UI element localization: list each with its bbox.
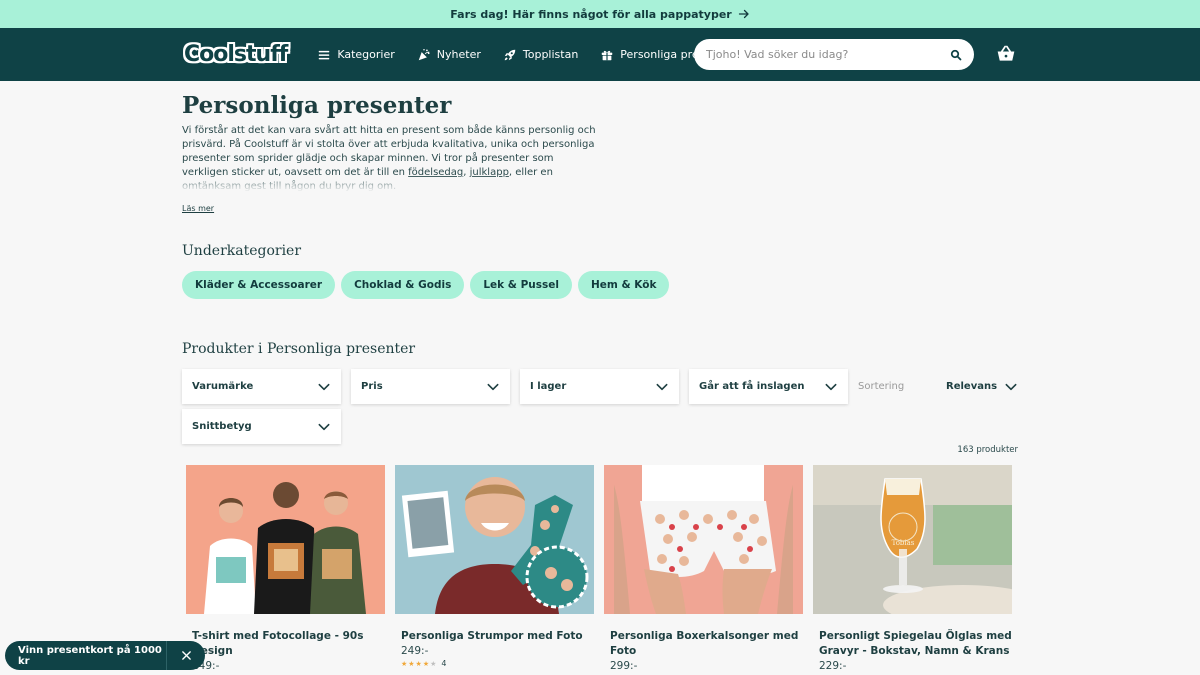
star-rating-icon: ★★★★★ bbox=[401, 659, 438, 668]
filter-label: Varumärke bbox=[192, 381, 254, 392]
search-bar bbox=[694, 39, 974, 70]
nav-topplistan[interactable]: Topplistan bbox=[503, 48, 578, 62]
coolstuff-logo[interactable]: Coolstuff bbox=[184, 42, 288, 67]
filter-label: Går att få inslagen bbox=[699, 381, 805, 392]
chevron-down-icon bbox=[487, 383, 499, 390]
sort-value: Relevans bbox=[946, 381, 998, 392]
subcategory-chip[interactable]: Choklad & Godis bbox=[341, 271, 465, 299]
product-image-boxers[interactable] bbox=[604, 465, 803, 614]
rocket-icon bbox=[504, 49, 516, 60]
chevron-down-icon bbox=[318, 423, 330, 430]
nav-nyheter[interactable]: Nyheter bbox=[417, 48, 481, 62]
link-fodelsedag[interactable]: födelsedag bbox=[408, 167, 463, 178]
products-heading: Produkter i Personliga presenter bbox=[182, 341, 416, 357]
chevron-down-icon bbox=[1005, 383, 1017, 390]
main-header: Coolstuff Kategorier Nyheter Topplistan … bbox=[0, 28, 1200, 81]
read-more-link[interactable]: Läs mer bbox=[182, 204, 214, 213]
filter-i-lager[interactable]: I lager bbox=[520, 369, 679, 404]
product-name[interactable]: Personligt Spiegelau Ölglas med Gravyr -… bbox=[813, 629, 1012, 659]
close-icon bbox=[181, 651, 191, 660]
product-card[interactable]: Personliga Boxerkalsonger med Foto 299:- bbox=[604, 465, 803, 674]
promo-banner[interactable]: Fars dag! Här finns något för alla pappa… bbox=[0, 0, 1200, 28]
close-button[interactable] bbox=[167, 650, 205, 661]
product-rating: ★★★★★ 4 bbox=[395, 659, 594, 668]
product-price: 249:- bbox=[192, 660, 220, 672]
product-card[interactable]: Tobias Personligt Spiegelau Ölglas med G… bbox=[813, 465, 1012, 674]
filter-label: Snittbetyg bbox=[192, 421, 252, 432]
chevron-down-icon bbox=[318, 383, 330, 390]
giftcard-banner: Vinn presentkort på 1000 kr bbox=[5, 641, 205, 670]
arrow-right-icon bbox=[738, 9, 749, 19]
intro-text: Vi förstår att det kan vara svårt att hi… bbox=[182, 124, 602, 192]
filter-inslagen[interactable]: Går att få inslagen bbox=[689, 369, 848, 404]
product-image-socks[interactable] bbox=[395, 465, 594, 614]
chevron-down-icon bbox=[825, 383, 837, 390]
product-price: 249:- bbox=[401, 645, 429, 657]
engraving-text: Tobias bbox=[892, 539, 915, 547]
product-image-beer-glass[interactable]: Tobias bbox=[813, 465, 1012, 614]
product-name[interactable]: Personliga Boxerkalsonger med Foto bbox=[604, 629, 803, 659]
subcategory-chip[interactable]: Kläder & Accessoarer bbox=[182, 271, 336, 299]
filter-label: Pris bbox=[361, 381, 383, 392]
subcategory-chip[interactable]: Hem & Kök bbox=[577, 271, 670, 299]
giftcard-label[interactable]: Vinn presentkort på 1000 kr bbox=[5, 645, 166, 667]
sort-select[interactable]: Relevans bbox=[946, 369, 1018, 404]
product-name[interactable]: T-shirt med Fotocollage - 90s Design bbox=[186, 629, 385, 659]
subcategory-chip[interactable]: Lek & Pussel bbox=[470, 271, 572, 299]
product-image-tshirt[interactable] bbox=[186, 465, 385, 614]
filter-pris[interactable]: Pris bbox=[351, 369, 510, 404]
filter-snittbetyg[interactable]: Snittbetyg bbox=[182, 409, 341, 444]
filter-bar: Varumärke Pris I lager Går att få inslag… bbox=[182, 369, 1200, 449]
subcategories-heading: Underkategorier bbox=[182, 243, 302, 259]
promo-text: Fars dag! Här finns något för alla pappa… bbox=[450, 7, 732, 21]
link-julklapp[interactable]: julklapp bbox=[470, 167, 509, 178]
chevron-down-icon bbox=[656, 383, 668, 390]
main-content: Personliga presenter Vi förstår att det … bbox=[0, 92, 1200, 449]
nav-kategorier[interactable]: Kategorier bbox=[317, 48, 395, 62]
shopping-basket-icon[interactable] bbox=[996, 44, 1016, 64]
menu-icon bbox=[319, 50, 330, 59]
nav-label: Nyheter bbox=[436, 48, 481, 61]
filter-label: I lager bbox=[530, 381, 567, 392]
main-nav: Kategorier Nyheter Topplistan Personliga… bbox=[317, 48, 734, 62]
product-grid: T-shirt med Fotocollage - 90s Design 249… bbox=[186, 465, 1012, 674]
product-card[interactable]: T-shirt med Fotocollage - 90s Design 249… bbox=[186, 465, 385, 674]
party-popper-icon bbox=[418, 48, 430, 60]
product-price: 229:- bbox=[819, 660, 847, 672]
search-icon[interactable] bbox=[950, 49, 962, 61]
sort-label: Sortering bbox=[858, 381, 905, 392]
nav-label: Topplistan bbox=[522, 48, 579, 61]
product-price: 299:- bbox=[610, 660, 638, 672]
product-count: 163 produkter bbox=[957, 445, 1018, 455]
rating-count: 4 bbox=[441, 659, 447, 668]
product-card[interactable]: Personliga Strumpor med Foto 249:- ★★★★★… bbox=[395, 465, 594, 674]
page-title: Personliga presenter bbox=[182, 92, 452, 119]
nav-label: Kategorier bbox=[337, 48, 395, 61]
product-name[interactable]: Personliga Strumpor med Foto bbox=[395, 629, 594, 644]
search-input[interactable] bbox=[706, 48, 950, 61]
gift-icon bbox=[602, 50, 613, 60]
subcategory-chips: Kläder & Accessoarer Choklad & Godis Lek… bbox=[182, 271, 1200, 299]
filter-varumarke[interactable]: Varumärke bbox=[182, 369, 341, 404]
